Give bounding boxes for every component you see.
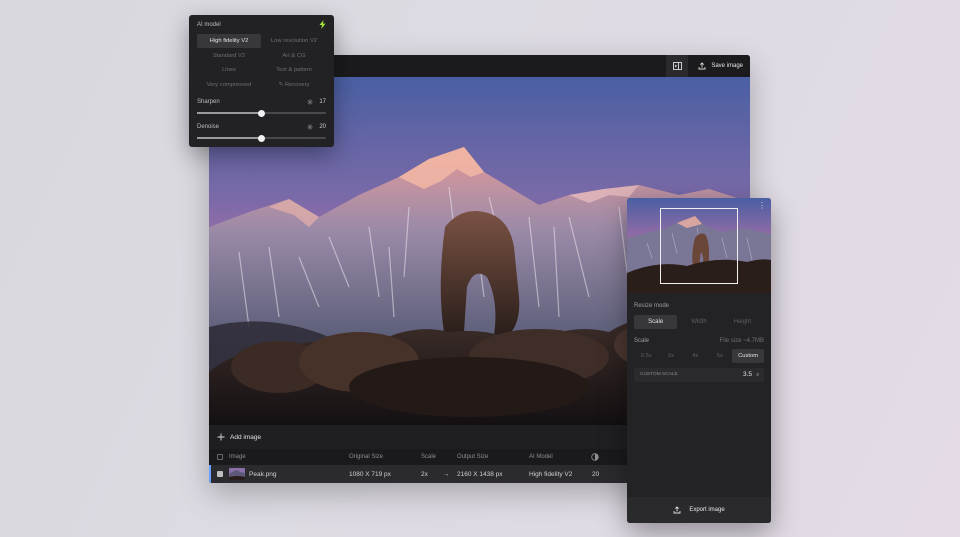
sharpen-value[interactable]: 17 bbox=[319, 99, 326, 105]
resize-mode-width[interactable]: Width bbox=[677, 315, 720, 329]
add-image-label: Add image bbox=[230, 433, 262, 441]
row-scale: 2x bbox=[421, 470, 428, 478]
scale-option-6x[interactable]: 6x bbox=[708, 349, 733, 363]
scale-option-2x[interactable]: 2x bbox=[659, 349, 684, 363]
arrow-right-icon: → bbox=[443, 470, 450, 478]
scale-options-segmented: 0.5x 2x 4x 6x Custom bbox=[634, 349, 765, 363]
row-output-size: 2160 X 1438 px bbox=[457, 470, 503, 478]
file-size-estimate: File size ~4.7MB bbox=[719, 338, 764, 344]
preview-viewport-frame[interactable] bbox=[660, 208, 738, 284]
header-scale[interactable]: Scale bbox=[421, 449, 436, 465]
sharpen-slider[interactable] bbox=[197, 109, 326, 117]
resize-mode-scale[interactable]: Scale bbox=[634, 315, 678, 329]
select-all-checkbox[interactable] bbox=[217, 454, 223, 460]
scale-option-4x[interactable]: 4x bbox=[683, 349, 708, 363]
model-text-pattern[interactable]: Text & pattern bbox=[262, 63, 326, 77]
model-lines[interactable]: Lines bbox=[197, 63, 261, 77]
resize-mode-height[interactable]: Height bbox=[721, 315, 764, 329]
sharpen-slider-fill bbox=[197, 112, 262, 114]
save-image-label: Save image bbox=[711, 63, 743, 69]
header-output-size[interactable]: Output Size bbox=[457, 449, 488, 465]
header-original-size[interactable]: Original Size bbox=[349, 449, 383, 465]
ai-model-title: AI model bbox=[197, 22, 221, 28]
sharpen-label: Sharpen bbox=[197, 99, 220, 105]
custom-scale-value[interactable]: 3.5 bbox=[743, 371, 752, 378]
sparkle-icon bbox=[307, 99, 314, 105]
row-denoise-value: 20 bbox=[592, 470, 600, 478]
denoise-slider-handle[interactable] bbox=[258, 134, 265, 142]
export-image-label: Export image bbox=[689, 507, 725, 513]
denoise-slider-fill bbox=[197, 137, 262, 139]
denoise-slider[interactable] bbox=[197, 134, 326, 142]
model-recovery[interactable]: ✎ Recovery bbox=[262, 78, 326, 92]
denoise-value-group: 20 bbox=[307, 124, 326, 130]
denoise-value[interactable]: 20 bbox=[319, 124, 326, 130]
scale-option-0-5x[interactable]: 0.5x bbox=[634, 349, 659, 363]
header-image[interactable]: Image bbox=[229, 449, 246, 465]
model-very-compressed[interactable]: Very compressed bbox=[197, 78, 261, 92]
denoise-label: Denoise bbox=[197, 124, 220, 130]
model-high-fidelity-v2[interactable]: High fidelity V2 bbox=[197, 34, 261, 48]
resize-mode-segmented: Scale Width Height bbox=[634, 315, 764, 329]
row-thumbnail bbox=[229, 468, 245, 480]
more-options-icon[interactable]: ⋮ bbox=[758, 201, 766, 210]
model-standard-v2[interactable]: Standard V2 bbox=[197, 49, 261, 63]
sharpen-value-group: 17 bbox=[307, 99, 326, 105]
ai-model-panel: AI model High fidelity V2 Low resolution… bbox=[189, 15, 334, 147]
bolt-icon bbox=[319, 20, 326, 29]
add-image-button[interactable]: Add image bbox=[217, 433, 261, 441]
row-original-size: 1080 X 719 px bbox=[349, 470, 391, 478]
model-low-resolution-v2[interactable]: Low resolution V2 bbox=[262, 34, 326, 48]
panel-icon bbox=[672, 62, 682, 70]
model-art-cg[interactable]: Art & CG bbox=[262, 49, 326, 63]
row-name: Peak.png bbox=[249, 470, 277, 478]
upload-icon bbox=[698, 62, 706, 70]
header-ai-model[interactable]: AI Model bbox=[529, 449, 553, 465]
export-icon bbox=[673, 506, 681, 514]
scale-label: Scale bbox=[634, 338, 650, 344]
resize-panel: ⋮ Resize mode Scale Width Height Scale F… bbox=[627, 198, 771, 523]
denoise-column-icon bbox=[591, 453, 599, 461]
navigator-preview[interactable]: ⋮ bbox=[627, 198, 771, 293]
toggle-panel-button[interactable] bbox=[666, 55, 689, 77]
plus-icon bbox=[217, 433, 225, 441]
custom-scale-label: CUSTOM SCALE bbox=[640, 372, 678, 377]
row-checkbox[interactable] bbox=[217, 471, 223, 477]
row-ai-model: High fidelity V2 bbox=[529, 470, 573, 478]
sharpen-slider-handle[interactable] bbox=[258, 109, 265, 117]
resize-mode-label: Resize mode bbox=[634, 303, 670, 309]
export-image-button[interactable]: Export image bbox=[627, 497, 771, 523]
custom-scale-unit: x bbox=[756, 371, 759, 378]
custom-scale-field[interactable]: CUSTOM SCALE 3.5 x bbox=[634, 368, 764, 382]
sparkle-icon bbox=[307, 124, 314, 130]
save-image-button[interactable]: Save image bbox=[694, 55, 750, 77]
scale-option-custom[interactable]: Custom bbox=[732, 349, 765, 363]
